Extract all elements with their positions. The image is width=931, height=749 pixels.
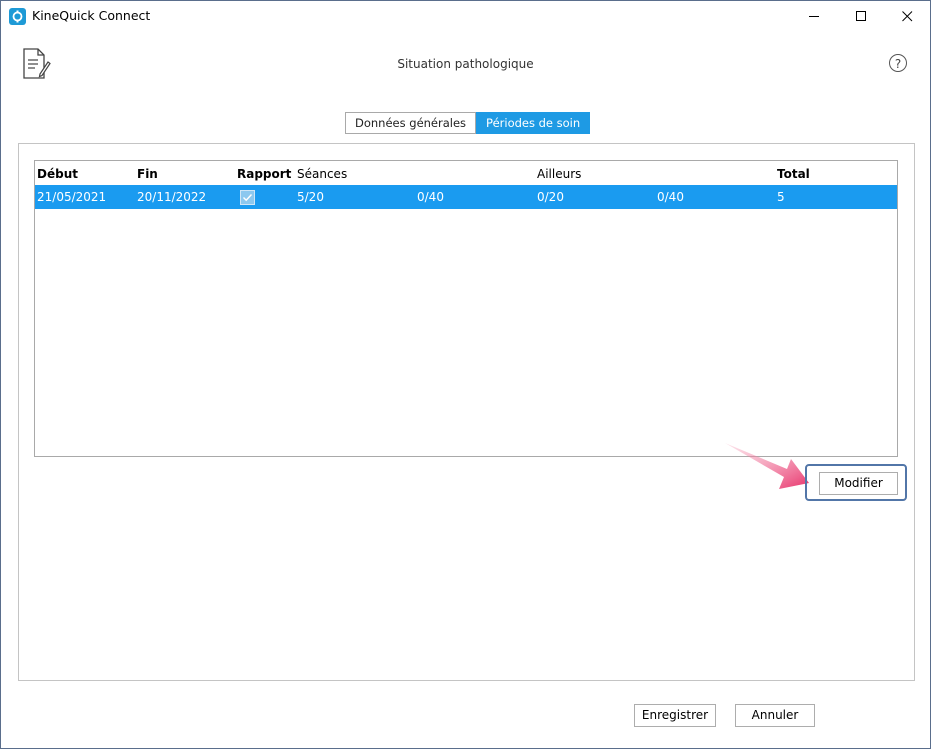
rapport-checkbox[interactable] (240, 190, 255, 205)
help-button[interactable]: ? (889, 54, 907, 72)
enregistrer-button[interactable]: Enregistrer (634, 704, 716, 727)
app-window: KineQuick Connect Situation pathologique… (0, 0, 931, 749)
tab-periodes-de-soin[interactable]: Périodes de soin (476, 112, 591, 134)
checkmark-icon (243, 194, 253, 202)
maximize-button[interactable] (838, 1, 884, 32)
cell-ailleurs-a: 0/20 (537, 190, 564, 204)
column-header-total[interactable]: Total (777, 167, 810, 181)
cell-ailleurs-b: 0/40 (657, 190, 684, 204)
cell-seances-a: 5/20 (297, 190, 324, 204)
cell-total: 5 (777, 190, 785, 204)
title-bar[interactable]: KineQuick Connect (1, 1, 930, 32)
window-title: KineQuick Connect (32, 8, 151, 23)
kinequick-app-icon (9, 8, 26, 25)
column-header-fin[interactable]: Fin (137, 167, 158, 181)
modifier-button[interactable]: Modifier (819, 472, 898, 495)
close-icon (902, 11, 913, 22)
minimize-button[interactable] (791, 1, 837, 32)
close-button[interactable] (884, 1, 930, 32)
column-header-rapport[interactable]: Rapport (237, 167, 291, 181)
tab-donnees-generales[interactable]: Données générales (345, 112, 477, 134)
table-row[interactable]: 21/05/2021 20/11/2022 5/20 0/40 0/20 0/4… (35, 185, 897, 209)
column-header-seances[interactable]: Séances (297, 167, 347, 181)
cell-debut: 21/05/2021 (37, 190, 107, 204)
tab-bar: Données générales Périodes de soin (345, 112, 591, 134)
periods-table[interactable]: Début Fin Rapport Séances Ailleurs Total… (34, 160, 898, 457)
maximize-icon (856, 11, 866, 21)
column-header-debut[interactable]: Début (37, 167, 78, 181)
minimize-icon (809, 16, 819, 17)
cell-fin: 20/11/2022 (137, 190, 207, 204)
column-header-ailleurs[interactable]: Ailleurs (537, 167, 581, 181)
page-title: Situation pathologique (397, 57, 534, 71)
cell-seances-b: 0/40 (417, 190, 444, 204)
pointer-arrow-icon (725, 443, 809, 489)
annuler-button[interactable]: Annuler (735, 704, 815, 727)
